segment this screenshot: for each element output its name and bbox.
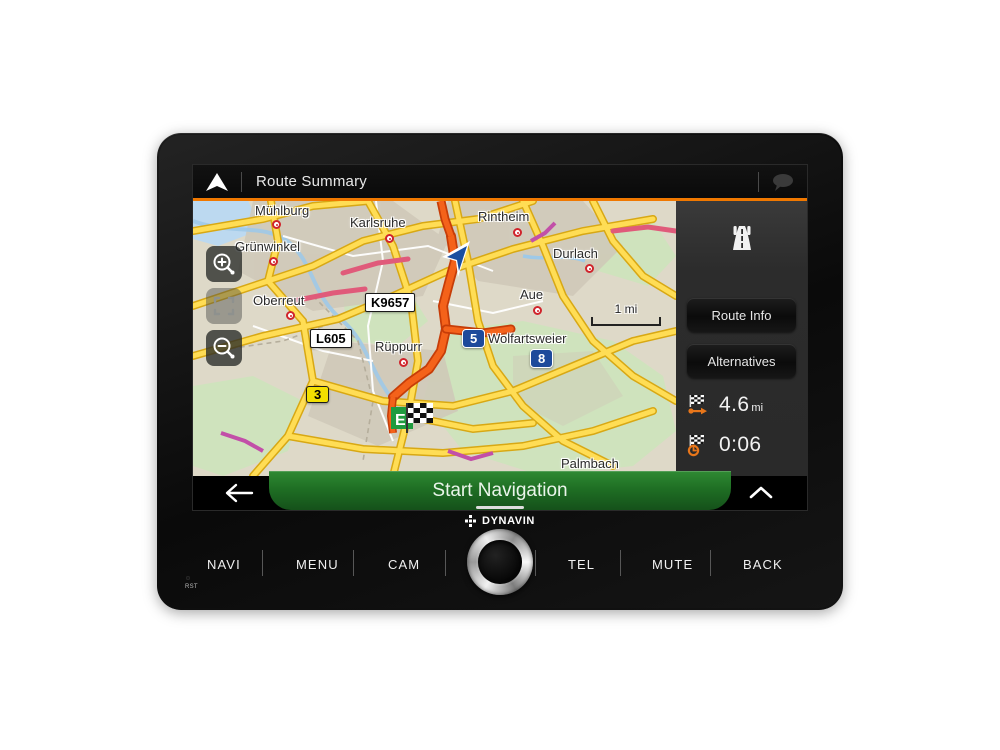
zoom-out-button[interactable] — [206, 330, 242, 366]
motorway-icon — [676, 223, 807, 253]
map-place-dot — [533, 306, 542, 315]
road-number-shield: K9657 — [365, 293, 416, 312]
route-info-button[interactable]: Route Info — [687, 298, 796, 332]
map-scale-bar: 1 mi — [591, 302, 661, 326]
map-scale-line — [591, 317, 661, 326]
head-unit-device: Route Summary Mühlburg Karlsruhe Rinthei… — [157, 133, 843, 610]
map-place-dot — [513, 228, 522, 237]
remaining-distance: 4.6 mi — [686, 393, 763, 417]
map-place-dot — [286, 311, 295, 320]
checkered-flag-destination: E — [391, 401, 437, 440]
navi-button[interactable]: NAVI — [207, 557, 241, 572]
road-number-shield: L605 — [310, 329, 352, 348]
highway-number-shield: 3 — [306, 386, 330, 403]
zoom-in-button[interactable] — [206, 246, 242, 282]
back-hw-button[interactable]: BACK — [743, 557, 783, 572]
remaining-time: 0:06 — [686, 433, 761, 457]
hw-divider — [620, 550, 621, 576]
brand-name: DYNAVIN — [482, 515, 535, 527]
alternatives-label: Alternatives — [707, 353, 776, 369]
hw-divider — [445, 550, 446, 576]
speech-bubble-icon[interactable] — [759, 165, 807, 198]
flag-time-icon — [687, 435, 704, 457]
route-sidebar: Route Info Alternatives 4.6 mi 0:06 — [676, 201, 807, 476]
hw-divider — [535, 550, 536, 576]
title-bar: Route Summary — [193, 165, 807, 198]
navigation-arrow-icon[interactable] — [193, 165, 241, 198]
touchscreen[interactable]: Route Summary Mühlburg Karlsruhe Rinthei… — [193, 165, 807, 510]
start-navigation-underline — [476, 506, 524, 509]
rotary-knob[interactable] — [467, 529, 533, 595]
distance-value: 4.6 — [719, 393, 750, 416]
map-place-dot — [269, 257, 278, 266]
map-place-dot — [399, 358, 408, 367]
mute-button[interactable]: MUTE — [652, 557, 693, 572]
dynavin-mark-icon — [465, 515, 477, 527]
start-navigation-button[interactable]: Start Navigation — [269, 471, 731, 510]
motorway-number-shield: 5 — [462, 329, 486, 348]
hw-divider — [353, 550, 354, 576]
start-navigation-label: Start Navigation — [432, 479, 568, 501]
alternatives-button[interactable]: Alternatives — [687, 344, 796, 378]
destination-badge-text: E — [395, 412, 406, 429]
reset-hole[interactable] — [186, 576, 190, 580]
time-value: 0:06 — [719, 433, 762, 456]
tel-button[interactable]: TEL — [568, 557, 595, 572]
motorway-number-shield: 8 — [530, 349, 554, 368]
map-scale-label: 1 mi — [614, 302, 638, 316]
flag-distance-icon — [688, 395, 707, 415]
reset-label: RST — [185, 584, 198, 590]
cam-button[interactable]: CAM — [388, 557, 420, 572]
brand-logo: DYNAVIN — [157, 515, 843, 527]
distance-unit: mi — [751, 402, 764, 414]
route-info-label: Route Info — [711, 307, 772, 323]
map-place-dot — [585, 264, 594, 273]
map-place-dot — [385, 234, 394, 243]
hw-divider — [262, 550, 263, 576]
back-arrow-icon[interactable] — [209, 476, 269, 510]
fit-to-screen-icon[interactable] — [206, 288, 242, 324]
chevron-up-icon[interactable] — [731, 476, 791, 510]
vehicle-position-arrow — [436, 237, 480, 286]
hw-divider — [710, 550, 711, 576]
map-view[interactable]: Mühlburg Karlsruhe Rintheim Grünwinkel Durla… — [193, 201, 676, 476]
menu-button[interactable]: MENU — [296, 557, 339, 572]
map-place-dot — [272, 220, 281, 229]
page-title: Route Summary — [256, 173, 367, 190]
action-bar: Start Navigation — [193, 471, 807, 510]
